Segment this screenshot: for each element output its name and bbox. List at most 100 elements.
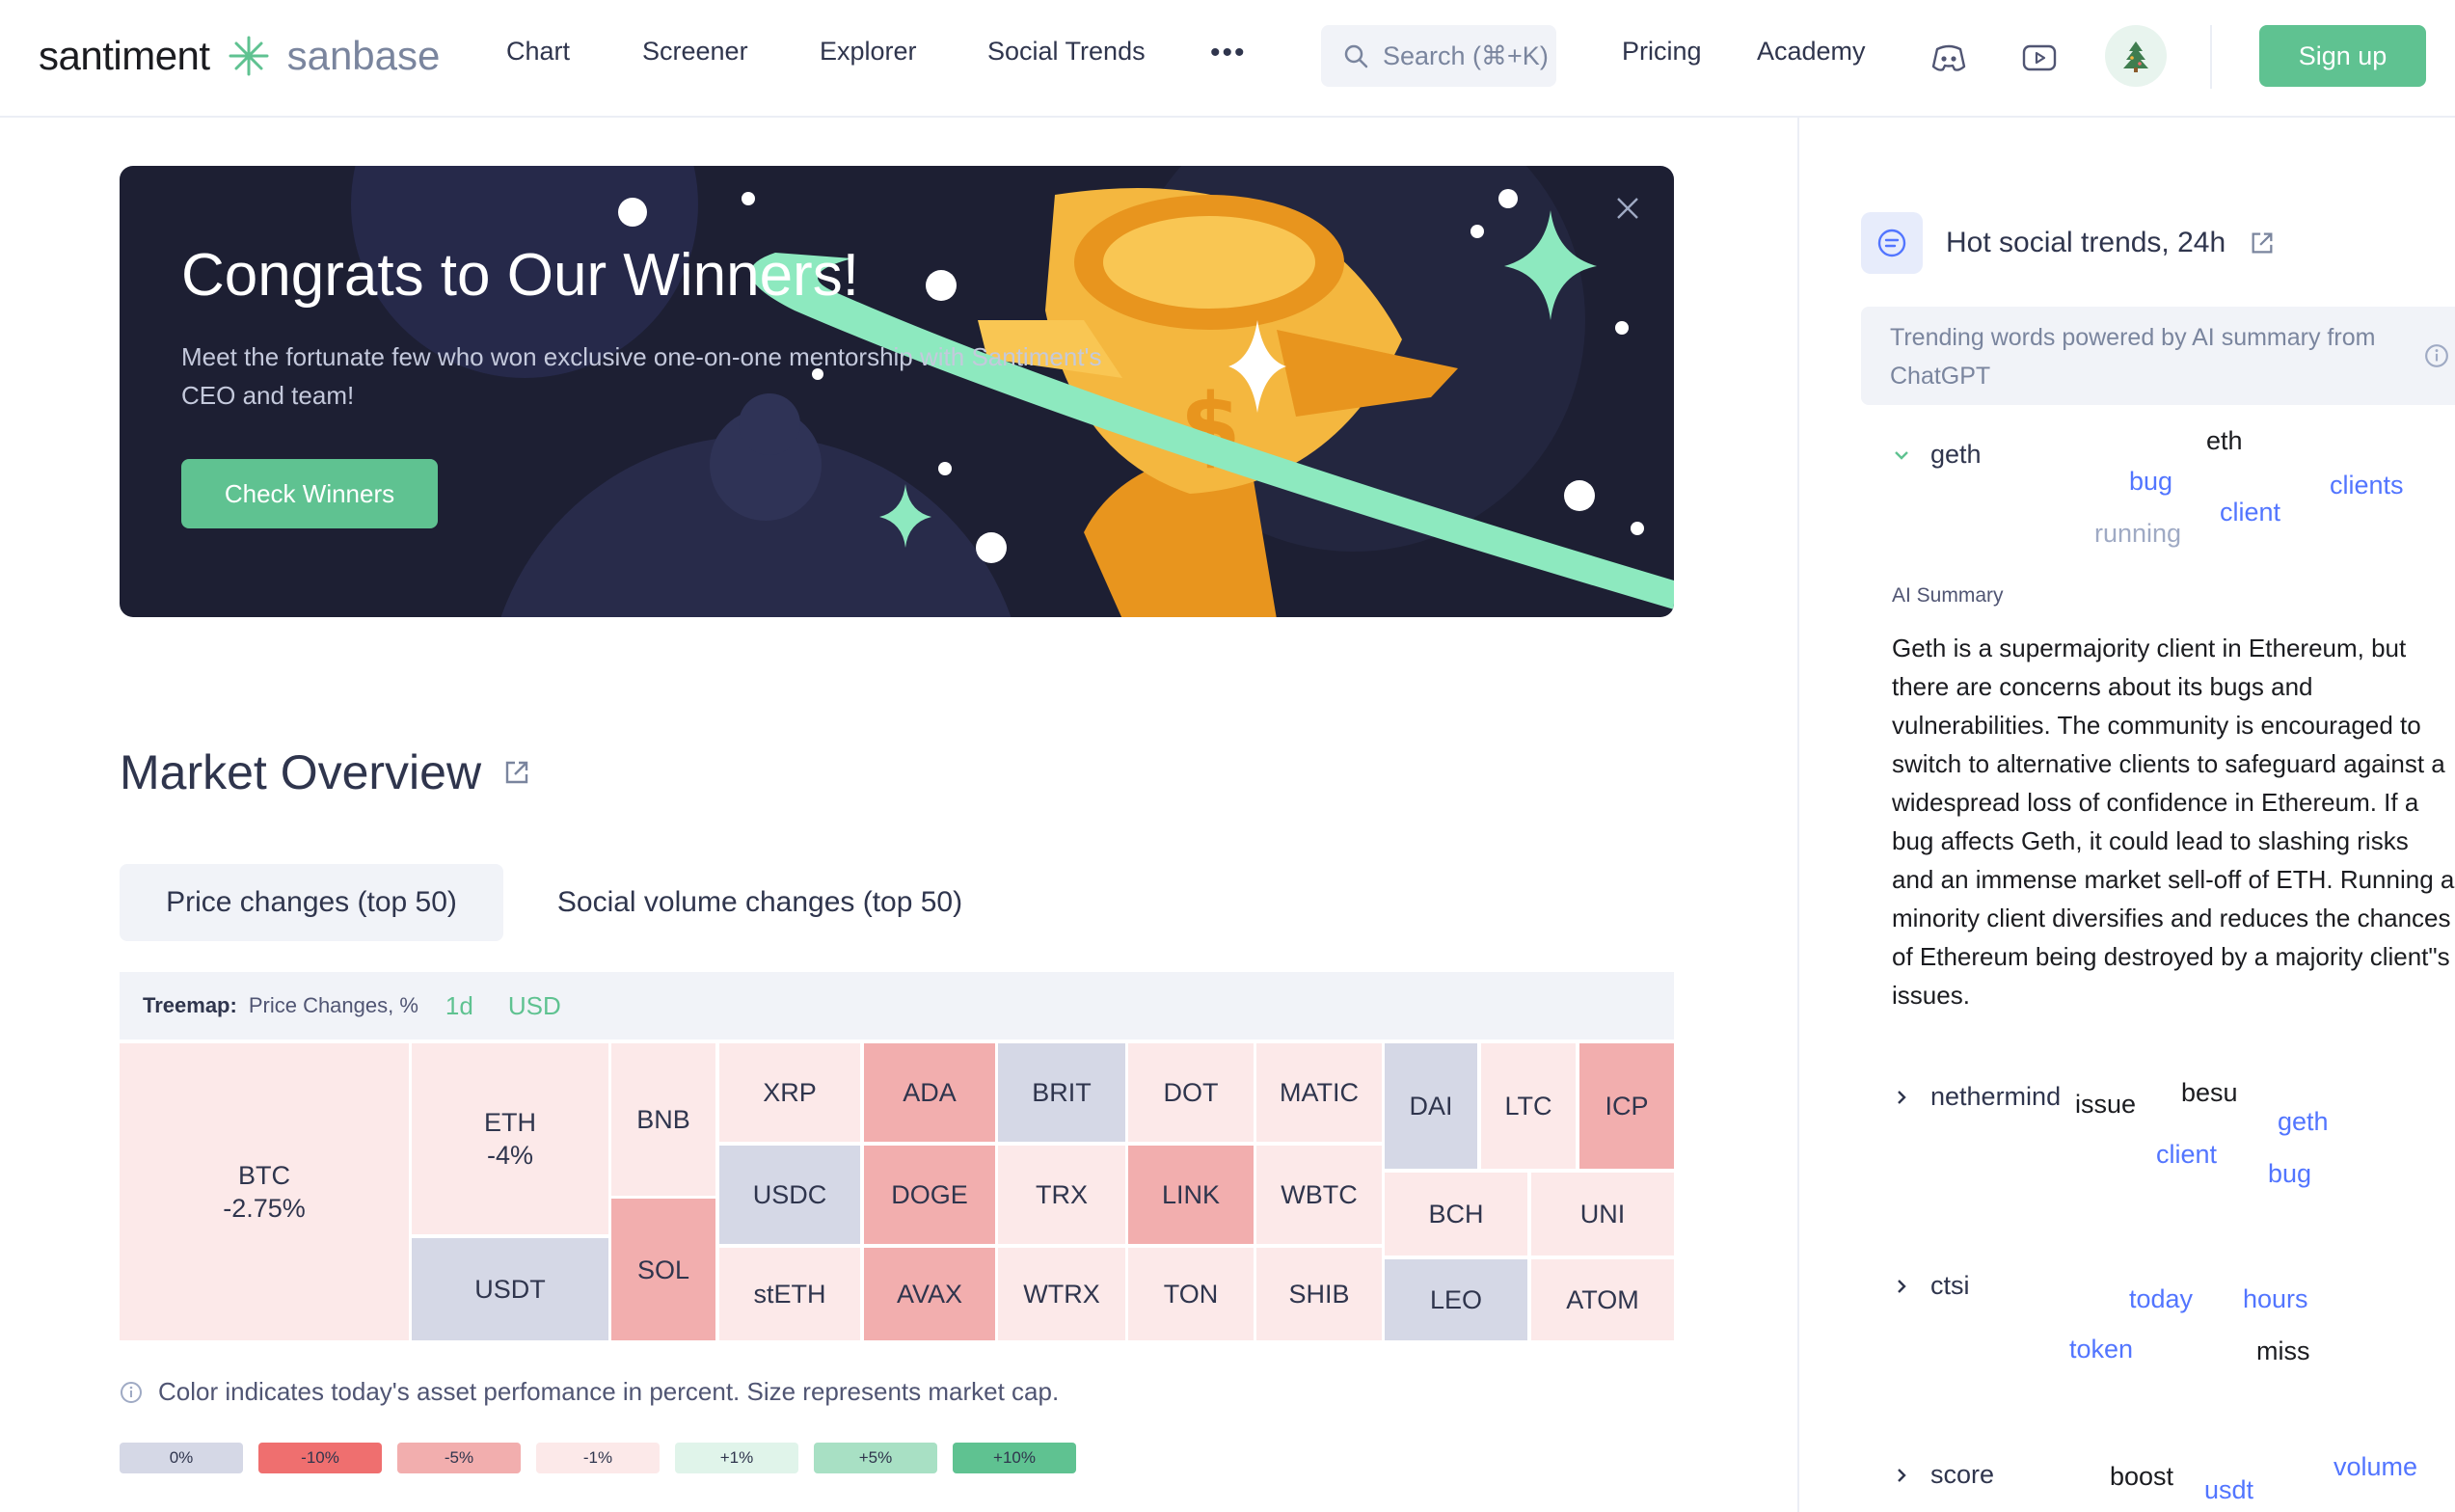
treemap-metric: Price Changes, %	[248, 993, 418, 1017]
external-link-icon[interactable]	[2249, 230, 2276, 256]
search-placeholder: Search (⌘+K)	[1383, 40, 1549, 70]
nav-academy[interactable]: Academy	[1757, 37, 1866, 67]
nav-social-trends[interactable]: Social Trends	[987, 37, 1146, 67]
nav-screener[interactable]: Screener	[642, 37, 748, 67]
related-word[interactable]: bug	[2268, 1159, 2311, 1189]
treemap-cell-xrp[interactable]: XRP	[719, 1043, 860, 1142]
brand-name: santiment	[39, 33, 210, 78]
trend-word: ctsi	[1930, 1271, 1970, 1300]
treemap-cell-wbtc[interactable]: WBTC	[1256, 1146, 1382, 1244]
legend-chip: +5%	[814, 1443, 937, 1473]
external-link-icon[interactable]	[502, 758, 531, 787]
related-word[interactable]: geth	[2278, 1107, 2329, 1137]
treemap-cell-avax[interactable]: AVAX	[864, 1248, 995, 1340]
treemap-cell-brit[interactable]: BRIT	[998, 1043, 1125, 1142]
discord-icon[interactable]	[1925, 34, 1973, 82]
legend-chip: -1%	[536, 1443, 660, 1473]
youtube-icon[interactable]	[2015, 34, 2064, 82]
related-word[interactable]: usdt	[2204, 1475, 2253, 1505]
tab-social-volume-changes[interactable]: Social volume changes (top 50)	[519, 864, 1001, 941]
treemap-cell-steth[interactable]: stETH	[719, 1248, 860, 1340]
related-word[interactable]: besu	[2181, 1078, 2238, 1108]
related-word[interactable]: eth	[2206, 426, 2243, 456]
related-word[interactable]: running	[2094, 519, 2181, 549]
logo[interactable]: santiment sanbase	[39, 29, 440, 83]
cell-name: DOGE	[891, 1180, 968, 1209]
trend-item-nethermind[interactable]: nethermind	[1890, 1082, 2061, 1112]
cell-name: stETH	[753, 1280, 826, 1309]
cell-name: WBTC	[1281, 1180, 1358, 1209]
cell-name: AVAX	[896, 1280, 963, 1309]
related-word[interactable]: miss	[2256, 1336, 2310, 1366]
nav-explorer[interactable]: Explorer	[820, 37, 917, 67]
check-winners-button[interactable]: Check Winners	[181, 459, 438, 528]
cell-name: WTRX	[1023, 1280, 1100, 1309]
cell-name: BRIT	[1032, 1078, 1092, 1107]
treemap-cell-icp[interactable]: ICP	[1579, 1043, 1674, 1169]
social-trends-header: Hot social trends, 24h	[1861, 212, 2276, 274]
header-divider	[2210, 25, 2212, 89]
search-input[interactable]: Search (⌘+K)	[1321, 25, 1556, 87]
legend-chip: 0%	[120, 1443, 243, 1473]
trend-word: nethermind	[1930, 1082, 2062, 1111]
related-word[interactable]: volume	[2334, 1452, 2417, 1482]
treemap-currency-select[interactable]: USD	[508, 991, 561, 1021]
related-word[interactable]: clients	[2330, 471, 2404, 500]
treemap-cell-eth[interactable]: ETH -4%	[412, 1043, 608, 1234]
treemap-cell-ton[interactable]: TON	[1128, 1248, 1254, 1340]
cell-name: BCH	[1428, 1200, 1484, 1228]
christmas-tree-icon[interactable]	[2105, 25, 2167, 87]
nav-pricing[interactable]: Pricing	[1622, 37, 1702, 67]
treemap-cell-uni[interactable]: UNI	[1531, 1173, 1674, 1256]
promo-banner: $ Congrats to Our Winners! Meet the fort…	[120, 166, 1674, 617]
treemap-cell-atom[interactable]: ATOM	[1531, 1259, 1674, 1340]
treemap-cell-sol[interactable]: SOL	[611, 1199, 715, 1340]
trend-word: score	[1930, 1460, 1995, 1489]
legend-chip: -10%	[258, 1443, 382, 1473]
related-word[interactable]: client	[2220, 498, 2280, 527]
treemap-cell-trx[interactable]: TRX	[998, 1146, 1125, 1244]
related-word[interactable]: issue	[2075, 1090, 2136, 1120]
related-word[interactable]: token	[2069, 1335, 2133, 1364]
product-name: sanbase	[286, 33, 441, 78]
ai-summary-text: Geth is a supermajority client in Ethere…	[1892, 634, 2455, 1010]
treemap-cell-btc[interactable]: BTC -2.75%	[120, 1043, 409, 1340]
treemap-cell-ada[interactable]: ADA	[864, 1043, 995, 1142]
signup-button[interactable]: Sign up	[2259, 25, 2426, 87]
treemap-header: Treemap: Price Changes, % 1d USD	[120, 972, 1674, 1040]
treemap-cell-ltc[interactable]: LTC	[1481, 1043, 1576, 1169]
treemap-cell-bch[interactable]: BCH	[1385, 1173, 1527, 1256]
treemap-cell-usdt[interactable]: USDT	[412, 1238, 608, 1340]
more-menu-button[interactable]: •••	[1210, 37, 1247, 69]
treemap-cell-dot[interactable]: DOT	[1128, 1043, 1254, 1142]
treemap-cell-doge[interactable]: DOGE	[864, 1146, 995, 1244]
related-word[interactable]: hours	[2243, 1284, 2308, 1314]
related-word[interactable]: bug	[2129, 467, 2172, 497]
treemap-cell-wtrx[interactable]: WTRX	[998, 1248, 1125, 1340]
treemap-cell-dai[interactable]: DAI	[1385, 1043, 1477, 1169]
treemap-cell-matic[interactable]: MATIC	[1256, 1043, 1382, 1142]
related-word[interactable]: boost	[2110, 1462, 2173, 1492]
close-icon[interactable]	[1612, 193, 1643, 224]
treemap-cell-usdc[interactable]: USDC	[719, 1146, 860, 1244]
search-icon	[1344, 44, 1368, 68]
nav-chart[interactable]: Chart	[506, 37, 570, 67]
tab-price-changes[interactable]: Price changes (top 50)	[120, 864, 503, 941]
market-overview-title: Market Overview	[120, 744, 531, 800]
treemap-period-select[interactable]: 1d	[445, 991, 473, 1021]
trend-item-ctsi[interactable]: ctsi	[1890, 1271, 1970, 1301]
treemap-cell-bnb[interactable]: BNB	[611, 1043, 715, 1196]
trend-item-geth[interactable]: geth	[1890, 440, 1982, 470]
cell-name: DAI	[1409, 1092, 1453, 1120]
treemap-cell-shib[interactable]: SHIB	[1256, 1248, 1382, 1340]
treemap-cell-link[interactable]: LINK	[1128, 1146, 1254, 1244]
treemap-cell-leo[interactable]: LEO	[1385, 1259, 1527, 1340]
treemap-note-text: Color indicates today's asset perfomance…	[158, 1377, 1060, 1406]
trend-item-score[interactable]: score	[1890, 1460, 1994, 1490]
chevron-right-icon	[1898, 1090, 1906, 1104]
ai-note-text: Trending words powered by AI summary fro…	[1890, 324, 2376, 390]
info-icon[interactable]	[2424, 343, 2449, 368]
related-word[interactable]: client	[2156, 1140, 2217, 1170]
related-word[interactable]: today	[2129, 1284, 2193, 1314]
cell-name: SOL	[636, 1255, 690, 1284]
